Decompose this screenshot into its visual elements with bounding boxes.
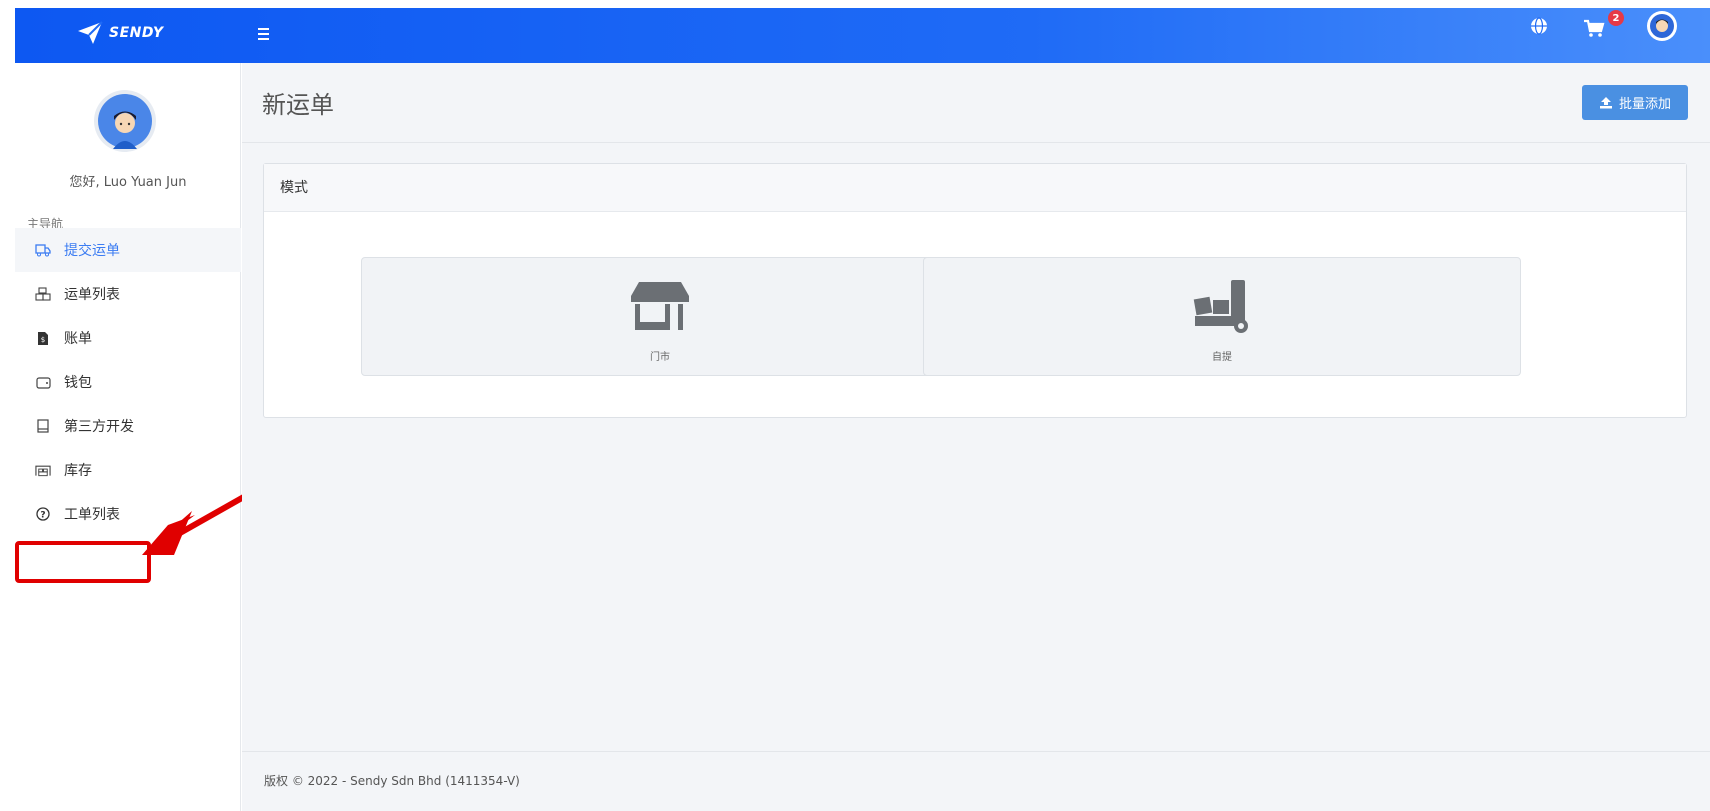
mode-option-label: 门市: [650, 352, 670, 363]
sidebar-item-label: 工单列表: [64, 507, 120, 523]
sidebar-item-label: 第三方开发: [64, 419, 134, 435]
dolly-icon: [1193, 280, 1248, 333]
book-icon: [35, 418, 51, 434]
bulk-add-button[interactable]: 批量添加: [1582, 85, 1688, 120]
user-avatar-icon[interactable]: [1646, 10, 1678, 42]
sidebar: 您好, Luo Yuan Jun 主导航 提交运单 运单列表 $ 账单 钱包 第…: [15, 63, 241, 811]
mode-card-header: 模式: [264, 164, 1686, 212]
user-greeting: 您好, Luo Yuan Jun: [69, 175, 187, 190]
brand-logo[interactable]: SENDY: [77, 21, 164, 45]
globe-icon[interactable]: [1528, 15, 1550, 37]
page-title: 新运单: [262, 91, 334, 119]
menu-toggle-button[interactable]: [255, 25, 275, 45]
sidebar-item-label: 提交运单: [64, 243, 120, 259]
wallet-icon: [35, 374, 51, 390]
sidebar-item-label: 运单列表: [64, 287, 120, 303]
sidebar-item-label: 钱包: [64, 375, 92, 391]
question-circle-icon: ?: [35, 506, 51, 522]
main-content: 新运单 批量添加 模式 门市 自提 版权 © 2022 - Sendy Sdn …: [242, 63, 1710, 811]
cart-icon[interactable]: [1581, 15, 1607, 41]
mode-option-label: 自提: [1212, 352, 1232, 363]
sidebar-item-bill[interactable]: $ 账单: [15, 316, 241, 360]
store-icon: [631, 282, 689, 330]
mode-option-store[interactable]: 门市: [361, 257, 959, 376]
cart-count-badge: 2: [1608, 10, 1624, 26]
top-navbar: SENDY: [15, 8, 1710, 63]
truck-icon: [35, 242, 51, 258]
footer: 版权 © 2022 - Sendy Sdn Bhd (1411354-V): [242, 751, 1710, 811]
page-header: 新运单 批量添加: [242, 63, 1710, 143]
sidebar-item-label: 库存: [64, 463, 92, 479]
bill-icon: $: [35, 330, 51, 346]
copyright-text: 版权 © 2022 - Sendy Sdn Bhd (1411354-V): [264, 774, 520, 788]
annotation-highlight-box: [15, 541, 151, 583]
packages-icon: [35, 286, 51, 302]
sidebar-item-waybill-list[interactable]: 运单列表: [15, 272, 241, 316]
mode-card: 模式 门市 自提: [263, 163, 1687, 418]
upload-icon: [1599, 97, 1612, 109]
mode-option-pickup[interactable]: 自提: [923, 257, 1521, 376]
profile-avatar-icon: [94, 90, 156, 152]
bulk-add-label: 批量添加: [1618, 97, 1671, 112]
brand-name: SENDY: [109, 25, 164, 41]
sidebar-item-third-party-dev[interactable]: 第三方开发: [15, 404, 241, 448]
sidebar-item-label: 账单: [64, 331, 92, 347]
sidebar-item-submit-waybill[interactable]: 提交运单: [15, 228, 241, 272]
svg-text:?: ?: [40, 511, 45, 521]
svg-text:$: $: [41, 336, 45, 344]
paper-plane-icon: [78, 21, 103, 44]
sidebar-item-wallet[interactable]: 钱包: [15, 360, 241, 404]
warehouse-icon: [35, 462, 51, 478]
